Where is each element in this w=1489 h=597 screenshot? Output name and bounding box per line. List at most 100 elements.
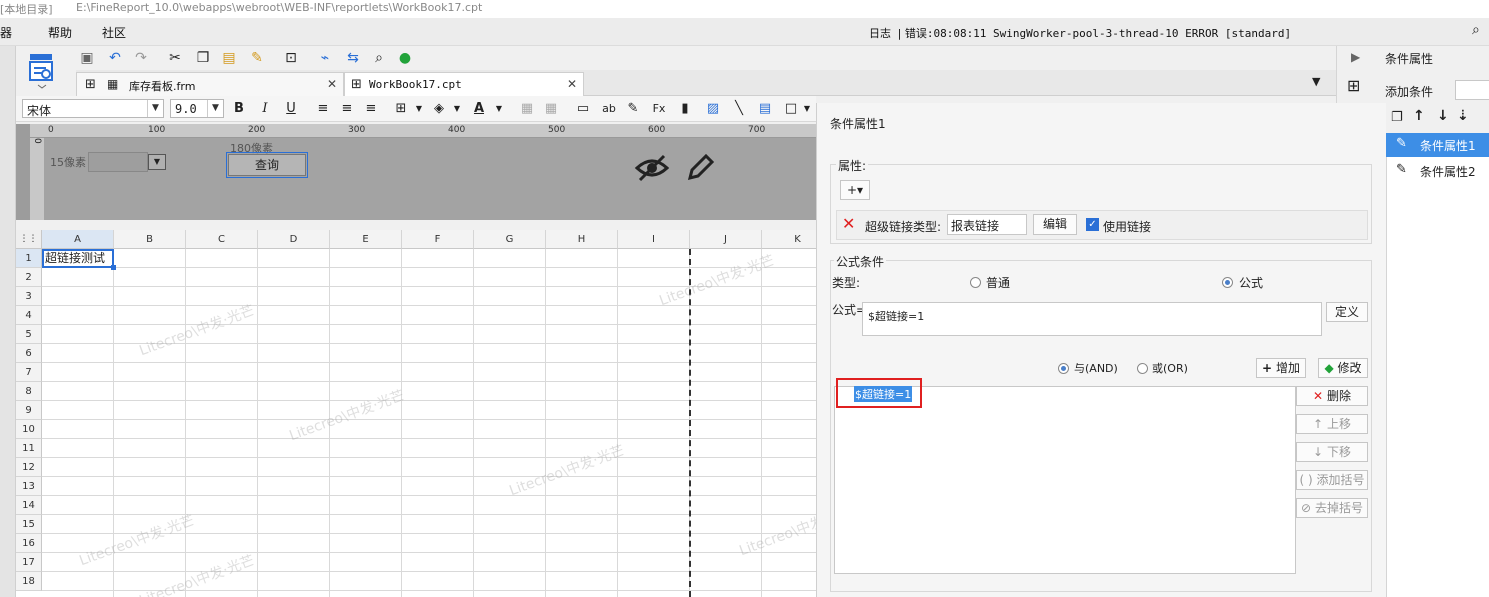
chevron-down-icon[interactable]: ▼ bbox=[798, 100, 816, 118]
bold-icon[interactable]: B bbox=[230, 100, 248, 118]
column-header[interactable]: B bbox=[114, 230, 186, 249]
or-radio[interactable] bbox=[1137, 363, 1148, 374]
add-condition-select[interactable] bbox=[1455, 80, 1489, 100]
arrow-up-icon[interactable]: ↑ bbox=[1413, 108, 1425, 124]
fill-color-icon[interactable]: ◈ bbox=[430, 100, 448, 118]
tab-inventory[interactable]: ⊞ ▦ 库存看板.frm ✕ bbox=[76, 72, 344, 96]
move-down-button[interactable]: ↓ 下移 bbox=[1296, 442, 1368, 462]
add-button[interactable]: + 增加 bbox=[1256, 358, 1306, 378]
chart-icon[interactable]: ▮ bbox=[676, 100, 694, 118]
search-report-icon[interactable]: ⌕ bbox=[370, 49, 388, 67]
row-header[interactable]: 13 bbox=[16, 477, 42, 496]
pencil-icon[interactable] bbox=[684, 152, 716, 187]
select-all-corner[interactable]: ⋮⋮ bbox=[16, 230, 42, 249]
type-formula-radio[interactable] bbox=[1222, 277, 1233, 288]
close-icon[interactable]: ✕ bbox=[567, 77, 577, 91]
format-painter-icon[interactable]: ✎ bbox=[248, 49, 266, 67]
font-color-icon[interactable]: A bbox=[470, 100, 488, 118]
tab-menu-icon[interactable]: ▼ bbox=[1312, 75, 1320, 88]
chevron-down-icon[interactable]: ▼ bbox=[490, 100, 508, 118]
align-right-icon[interactable]: ≡ bbox=[362, 100, 380, 118]
column-header[interactable]: A bbox=[42, 230, 114, 249]
parameter-pane[interactable]: 15像素 ▼ 180像素 查询 bbox=[44, 138, 816, 220]
row-header[interactable]: 3 bbox=[16, 287, 42, 306]
use-link-checkbox[interactable]: ✓ bbox=[1086, 218, 1099, 231]
chevron-right-icon[interactable]: ▶ bbox=[1351, 50, 1360, 64]
menu-help[interactable]: 帮助 bbox=[48, 24, 72, 41]
eye-slash-icon[interactable] bbox=[634, 152, 670, 191]
type-normal-radio[interactable] bbox=[970, 277, 981, 288]
redo-icon[interactable]: ↷ bbox=[132, 49, 150, 67]
fill-handle[interactable] bbox=[111, 265, 116, 270]
align-center-icon[interactable]: ≡ bbox=[338, 100, 356, 118]
unmerge-icon[interactable]: ▦ bbox=[542, 100, 560, 118]
check-icon[interactable]: ● bbox=[396, 49, 414, 67]
italic-icon[interactable]: I bbox=[256, 100, 274, 118]
edit-button[interactable]: 编辑 bbox=[1033, 214, 1077, 235]
chevron-down-icon[interactable]: ▼ bbox=[448, 100, 466, 118]
close-icon[interactable]: ✕ bbox=[327, 77, 337, 91]
query-button[interactable]: 查询 bbox=[228, 154, 306, 176]
tab-workbook[interactable]: ⊞ WorkBook17.cpt ✕ bbox=[344, 72, 584, 96]
hyperlink-type-field[interactable]: 报表链接 bbox=[947, 214, 1027, 235]
add-bracket-button[interactable]: ( ) 添加括号 bbox=[1296, 470, 1368, 490]
column-header[interactable]: I bbox=[618, 230, 690, 249]
text-ab-icon[interactable]: ab bbox=[600, 100, 618, 118]
row-header[interactable]: 17 bbox=[16, 553, 42, 572]
paste-icon[interactable]: ▤ bbox=[220, 49, 238, 67]
row-header[interactable]: 7 bbox=[16, 363, 42, 382]
search-icon[interactable]: ⌕ bbox=[1472, 22, 1480, 38]
condition-item-2[interactable]: ✎ 条件属性2 bbox=[1386, 159, 1489, 183]
image-icon[interactable]: ▨ bbox=[704, 100, 722, 118]
slash-icon[interactable]: ╲ bbox=[730, 100, 748, 118]
row-header[interactable]: 10 bbox=[16, 420, 42, 439]
font-size-select[interactable]: 9.0 ▼ bbox=[170, 99, 224, 118]
move-up-button[interactable]: ↑ 上移 bbox=[1296, 414, 1368, 434]
column-header[interactable]: C bbox=[186, 230, 258, 249]
delete-button[interactable]: ✕ 删除 bbox=[1296, 386, 1368, 406]
add-attribute-button[interactable]: +▾ bbox=[840, 180, 870, 200]
row-header[interactable]: 9 bbox=[16, 401, 42, 420]
merge-icon[interactable]: ▦ bbox=[518, 100, 536, 118]
column-header[interactable]: J bbox=[690, 230, 762, 249]
column-header[interactable]: H bbox=[546, 230, 618, 249]
condition-expression-list[interactable] bbox=[834, 386, 1296, 574]
copy-icon[interactable]: ❐ bbox=[194, 49, 212, 67]
border-icon[interactable]: ⊞ bbox=[392, 100, 410, 118]
row-header[interactable]: 16 bbox=[16, 534, 42, 553]
row-header[interactable]: 11 bbox=[16, 439, 42, 458]
parameter-combo[interactable] bbox=[88, 152, 148, 172]
connect-icon[interactable]: ⌁ bbox=[316, 49, 334, 67]
modify-button[interactable]: ◆ 修改 bbox=[1318, 358, 1368, 378]
define-button[interactable]: 定义 bbox=[1326, 302, 1368, 322]
menu-server[interactable]: 器 bbox=[0, 24, 12, 41]
text-cell-icon[interactable]: ▭ bbox=[574, 100, 592, 118]
row-header[interactable]: 8 bbox=[16, 382, 42, 401]
cut-icon[interactable]: ✂ bbox=[166, 49, 184, 67]
log-status[interactable]: 日志 | 错误:08:08:11 SwingWorker-pool-3-thre… bbox=[869, 25, 1291, 41]
row-header[interactable]: 2 bbox=[16, 268, 42, 287]
spreadsheet-grid[interactable]: ⋮⋮ ABCDEFGHIJK 1 2 3 4 5 6 7 8 9 10 11 12 13 14 15 16 17… bbox=[16, 230, 816, 597]
save-icon[interactable]: ▣ bbox=[78, 49, 96, 67]
underline-icon[interactable]: U bbox=[282, 100, 300, 118]
condition-item-1[interactable]: ✎ 条件属性1 bbox=[1386, 133, 1489, 157]
remove-icon[interactable]: ✕ bbox=[842, 214, 855, 233]
row-header[interactable]: 1 bbox=[16, 249, 42, 268]
undo-icon[interactable]: ↶ bbox=[106, 49, 124, 67]
menu-community[interactable]: 社区 bbox=[102, 24, 126, 41]
row-header[interactable]: 15 bbox=[16, 515, 42, 534]
formula-icon[interactable]: Fx bbox=[650, 100, 668, 118]
and-radio[interactable] bbox=[1058, 363, 1069, 374]
column-header[interactable]: F bbox=[402, 230, 474, 249]
copy-icon[interactable]: ❐ bbox=[1391, 110, 1403, 125]
sync-icon[interactable]: ⇆ bbox=[344, 49, 362, 67]
sub-report-icon[interactable]: ▤ bbox=[756, 100, 774, 118]
column-header[interactable]: D bbox=[258, 230, 330, 249]
expression-item[interactable]: $超链接=1 bbox=[854, 386, 913, 402]
cell-a1[interactable]: 超链接测试 bbox=[42, 249, 114, 268]
column-header[interactable]: K bbox=[762, 230, 816, 249]
preview-icon[interactable]: ⊡ bbox=[282, 49, 300, 67]
font-family-select[interactable]: 宋体 ▼ bbox=[22, 99, 164, 118]
cell-properties-icon[interactable]: ⊞ bbox=[1347, 76, 1360, 95]
template-icon[interactable] bbox=[26, 50, 58, 90]
